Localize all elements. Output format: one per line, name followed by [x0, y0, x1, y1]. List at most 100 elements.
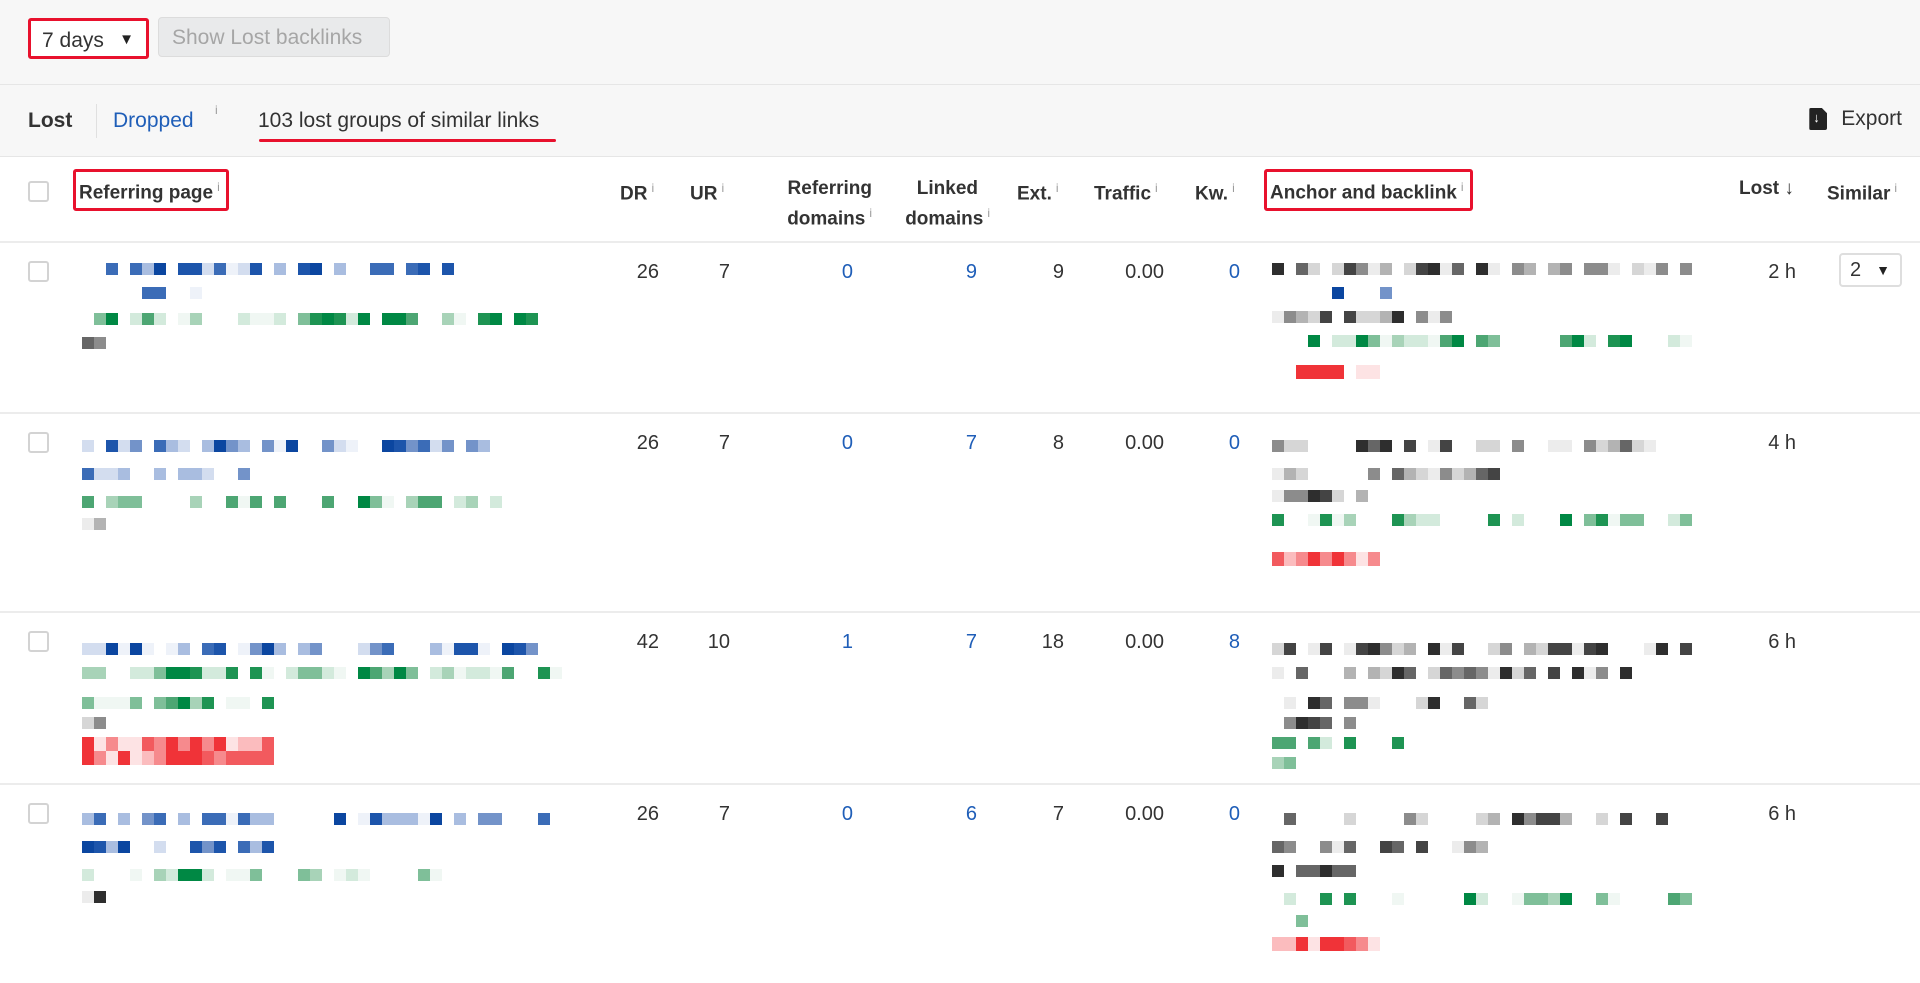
- column-traffic[interactable]: Traffic i: [1094, 176, 1158, 206]
- redacted-pixel: [1296, 311, 1308, 323]
- redacted-pixel: [1464, 667, 1476, 679]
- column-lost[interactable]: Lost ↓: [1739, 176, 1794, 201]
- similar-select[interactable]: 2 ▼: [1839, 253, 1902, 287]
- redacted-pixel: [1368, 335, 1380, 347]
- redacted-pixel: [1320, 841, 1332, 853]
- column-referring-page[interactable]: Referring page i: [73, 169, 229, 212]
- table-row[interactable]: 26 7 0 9 9 0.00 0 2 h 2 ▼: [0, 243, 1920, 414]
- redacted-pixel: [1620, 667, 1632, 679]
- redacted-pixel: [1344, 643, 1356, 655]
- select-all-checkbox[interactable]: [28, 181, 49, 202]
- redacted-pixel: [202, 667, 214, 679]
- column-kw[interactable]: Kw. i: [1195, 176, 1235, 206]
- column-referring-domains[interactable]: Referring domains i: [760, 176, 872, 231]
- linked-domains-link[interactable]: 7: [966, 432, 977, 455]
- redacted-pixel: [250, 263, 262, 275]
- show-lost-backlinks-button[interactable]: Show Lost backlinks: [158, 17, 390, 57]
- redacted-pixel: [1296, 490, 1308, 502]
- redacted-pixel: [418, 813, 430, 825]
- table-row[interactable]: 26 7 0 7 8 0.00 0 4 h: [0, 414, 1920, 613]
- redacted-pixel: [1572, 667, 1584, 679]
- redacted-pixel: [1296, 365, 1308, 379]
- redacted-pixel: [1584, 514, 1596, 526]
- redacted-pixel: [1368, 552, 1380, 566]
- referring-domains-link[interactable]: 1: [842, 631, 853, 654]
- linked-domains-link[interactable]: 9: [966, 261, 977, 284]
- column-linked-domains[interactable]: Linked domains i: [880, 176, 990, 231]
- keywords-link[interactable]: 0: [1229, 432, 1240, 455]
- redacted-pixel: [1272, 552, 1284, 566]
- column-anchor-backlink[interactable]: Anchor and backlink i: [1264, 169, 1473, 212]
- redacted-pixel: [1584, 440, 1596, 452]
- info-icon[interactable]: i: [215, 103, 218, 117]
- info-icon[interactable]: i: [1894, 181, 1897, 195]
- info-icon[interactable]: i: [217, 180, 220, 194]
- redacted-pixel: [1680, 893, 1692, 905]
- redacted-pixel: [1608, 893, 1620, 905]
- row-checkbox[interactable]: [28, 261, 49, 282]
- export-button[interactable]: Export: [1809, 107, 1902, 131]
- redacted-pixel: [1308, 335, 1320, 347]
- redacted-pixel: [1344, 717, 1356, 729]
- referring-domains-link[interactable]: 0: [842, 803, 853, 826]
- period-select[interactable]: 7 days ▼: [28, 18, 149, 59]
- redacted-pixel: [238, 313, 250, 325]
- referring-domains-link[interactable]: 0: [842, 261, 853, 284]
- redacted-pixel: [202, 841, 214, 853]
- redacted-pixel: [442, 667, 454, 679]
- info-icon[interactable]: i: [1056, 181, 1059, 195]
- referring-domains-link[interactable]: 0: [842, 432, 853, 455]
- row-checkbox[interactable]: [28, 631, 49, 652]
- redacted-pixel: [1344, 893, 1356, 905]
- info-icon[interactable]: i: [1461, 180, 1464, 194]
- redacted-pixel: [1296, 552, 1308, 566]
- table-row[interactable]: 26 7 0 6 7 0.00 0 6 h: [0, 785, 1920, 983]
- redacted-pixel: [382, 643, 394, 655]
- redacted-pixel: [1320, 697, 1332, 709]
- redacted-pixel: [82, 841, 94, 853]
- redacted-pixel: [1296, 717, 1308, 729]
- column-ur[interactable]: UR i: [690, 176, 724, 206]
- redacted-pixel: [1524, 643, 1536, 655]
- redacted-pixel: [274, 263, 286, 275]
- redacted-pixel: [1680, 263, 1692, 275]
- redacted-pixel: [166, 751, 178, 765]
- info-icon[interactable]: i: [651, 181, 654, 195]
- keywords-link[interactable]: 0: [1229, 803, 1240, 826]
- tab-dropped[interactable]: Dropped i: [113, 103, 218, 133]
- redacted-pixel: [226, 737, 238, 751]
- redacted-pixel: [310, 263, 322, 275]
- column-label: DR: [620, 183, 648, 205]
- info-icon[interactable]: i: [1232, 181, 1235, 195]
- column-ext[interactable]: Ext. i: [1017, 176, 1059, 206]
- redacted-pixel: [1284, 841, 1296, 853]
- redacted-pixel: [322, 667, 334, 679]
- column-label: domains: [787, 208, 866, 230]
- column-dr[interactable]: DR i: [620, 176, 654, 206]
- info-icon[interactable]: i: [1155, 181, 1158, 195]
- keywords-link[interactable]: 0: [1229, 261, 1240, 284]
- linked-domains-link[interactable]: 6: [966, 803, 977, 826]
- info-icon[interactable]: i: [869, 206, 872, 220]
- redacted-pixel: [154, 869, 166, 881]
- info-icon[interactable]: i: [721, 181, 724, 195]
- linked-domains-link[interactable]: 7: [966, 631, 977, 654]
- table-row[interactable]: 42 10 1 7 18 0.00 8 6 h: [0, 613, 1920, 785]
- redacted-pixel: [1524, 667, 1536, 679]
- redacted-pixel: [94, 737, 106, 751]
- redacted-pixel: [1368, 311, 1380, 323]
- column-similar[interactable]: Similar i: [1827, 176, 1897, 206]
- redacted-pixel: [466, 643, 478, 655]
- row-checkbox[interactable]: [28, 803, 49, 824]
- redacted-pixel: [1416, 311, 1428, 323]
- dr-value: 42: [636, 631, 659, 653]
- tab-lost[interactable]: Lost: [28, 109, 72, 133]
- row-checkbox[interactable]: [28, 432, 49, 453]
- redacted-pixel: [130, 496, 142, 508]
- redacted-pixel: [1452, 643, 1464, 655]
- lost-time: 4 h: [1768, 432, 1796, 454]
- redacted-pixel: [442, 440, 454, 452]
- info-icon[interactable]: i: [987, 206, 990, 220]
- keywords-link[interactable]: 8: [1229, 631, 1240, 654]
- redacted-pixel: [118, 440, 130, 452]
